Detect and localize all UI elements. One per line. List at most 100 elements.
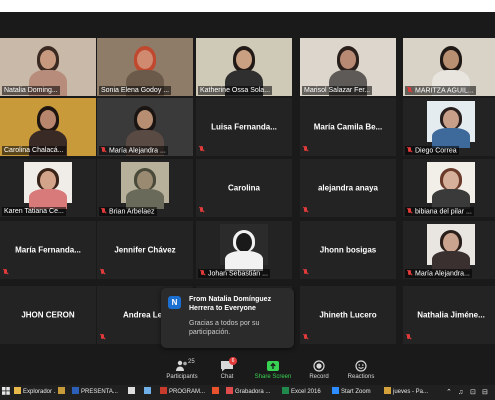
taskbar-app-button[interactable] (128, 387, 142, 398)
chat-unread-badge: 6 (229, 357, 237, 365)
taskbar-app-button[interactable] (58, 387, 70, 398)
participant-tile[interactable]: Carolina Chalacá... (0, 98, 96, 156)
taskbar-app-button[interactable]: jueves - Pa... (384, 387, 442, 398)
participant-name-label: Sonia Elena Godoy ... (99, 86, 172, 95)
participant-tile[interactable]: Carolina (196, 159, 292, 217)
chat-button[interactable]: 6 Chat (202, 357, 252, 384)
reactions-button[interactable]: Reactions (336, 359, 386, 384)
participant-tile[interactable]: María Camila Be... (300, 98, 396, 156)
participant-tile[interactable]: Jhonn bosigas (300, 221, 396, 279)
muted-mic-icon (303, 334, 309, 341)
start-menu-button[interactable] (2, 387, 11, 398)
muted-mic-icon (303, 269, 309, 276)
participant-tile[interactable]: Nathalia Jiméne... (403, 286, 495, 344)
participant-name: Carolina Chalacá... (4, 147, 64, 154)
taskbar-app-label: PROGRAM... (169, 389, 206, 395)
participant-tile[interactable]: Luisa Fernanda... (196, 98, 292, 156)
chat-notification[interactable]: N From Natalia Domínguez Herrera to Ever… (161, 288, 294, 348)
participant-name-label: Johan Sebastián ... (198, 268, 270, 278)
muted-mic-icon (303, 207, 309, 214)
system-tray-icon[interactable]: ⌃ (446, 387, 452, 398)
participant-name-label: MARITZA AGUIL... (405, 85, 476, 95)
muted-mic-icon (100, 334, 106, 341)
taskbar-app-button[interactable]: Excel 2016 (282, 387, 330, 398)
participant-tile[interactable]: Sonia Elena Godoy ... (97, 38, 193, 96)
person-head (443, 50, 459, 69)
participant-name-label: María Alejandra... (405, 268, 472, 278)
meeting-controls-bar: 25 Participants 6 Chat Share Screen Reco… (0, 357, 495, 385)
app-icon (332, 387, 339, 394)
participant-tile[interactable]: alejandra anaya (300, 159, 396, 217)
participants-icon: 25 (175, 359, 195, 371)
participant-tile[interactable]: María Alejandra... (403, 221, 495, 279)
participant-name: Jhonn bosigas (319, 245, 377, 255)
taskbar-app-button[interactable]: Explorador ... (14, 387, 56, 398)
participant-tile[interactable]: María Fernanda... (0, 221, 96, 279)
sender-avatar: N (168, 296, 181, 309)
windows-taskbar: Explorador ... PRESENTA... PROGRAM... Graba… (0, 385, 495, 400)
taskbar-app-label: Excel 2016 (291, 389, 321, 395)
share-screen-button[interactable]: Share Screen (248, 359, 298, 384)
participants-count: 25 (188, 359, 195, 365)
video-frame (220, 224, 268, 271)
app-icon (384, 387, 391, 394)
participant-name-label: bibiana del pilar ... (405, 206, 474, 216)
person-head (443, 233, 459, 252)
participant-name: María Alejandra ... (109, 147, 166, 154)
participant-name-label: Brian Arbelaez (99, 206, 157, 216)
taskbar-app-button[interactable] (144, 387, 158, 398)
participant-name-label: Natalia Doming... (2, 86, 60, 95)
muted-mic-icon (407, 146, 413, 154)
system-tray-icon[interactable]: ⊡ (470, 387, 476, 398)
app-icon (212, 387, 219, 394)
participant-name-label: Diego Correa (405, 145, 459, 155)
app-icon (144, 387, 151, 394)
participant-name-label: Karen Tatiana Ce... (2, 207, 66, 216)
reactions-label: Reactions (347, 374, 375, 380)
taskbar-app-button[interactable]: PROGRAM... (160, 387, 210, 398)
participant-tile[interactable]: Karen Tatiana Ce... (0, 159, 96, 217)
chat-notification-title: From Natalia Domínguez Herrera to Everyo… (189, 296, 272, 312)
video-frame (121, 162, 169, 209)
participant-tile[interactable]: Katherine Ossa Sola... (196, 38, 292, 96)
participant-tile[interactable]: Diego Correa (403, 98, 495, 156)
taskbar-app-label: Start Zoom (341, 389, 371, 395)
taskbar-app-button[interactable] (212, 387, 224, 398)
video-frame (427, 224, 475, 271)
participant-name: MARITZA AGUIL... (415, 87, 474, 94)
participants-button[interactable]: 25 Participants (157, 359, 207, 384)
participant-tile[interactable]: MARITZA AGUIL... (403, 38, 495, 96)
participant-tile[interactable]: Brian Arbelaez (97, 159, 193, 217)
participant-tile[interactable]: Natalia Doming... (0, 38, 96, 96)
person-torso (29, 189, 67, 209)
participant-tile[interactable]: Jennifer Chávez (97, 221, 193, 279)
taskbar-app-button[interactable]: Start Zoom (332, 387, 382, 398)
taskbar-app-label: Explorador ... (23, 389, 56, 395)
muted-mic-icon (303, 146, 309, 153)
participant-tile[interactable]: Johan Sebastián ... (196, 221, 292, 279)
system-tray-icon[interactable]: ⊟ (482, 387, 488, 398)
muted-mic-icon (406, 334, 412, 341)
participant-name-label: Marisol Salazar Fer... (302, 86, 373, 95)
participant-tile[interactable]: María Alejandra ... (97, 98, 193, 156)
participant-tile[interactable]: Marisol Salazar Fer... (300, 38, 396, 96)
participant-name: Carolina (227, 183, 260, 193)
taskbar-app-button[interactable]: PRESENTA... (72, 387, 126, 398)
muted-mic-icon (101, 207, 107, 215)
muted-mic-icon (199, 207, 205, 214)
participant-tile[interactable]: JHON CERON (0, 286, 96, 344)
taskbar-app-button[interactable]: Grabadora ... (226, 387, 280, 398)
participant-name-label: Carolina Chalacá... (2, 146, 66, 155)
participant-name-label: María Alejandra ... (99, 145, 168, 155)
taskbar-app-label: PRESENTA... (81, 389, 118, 395)
app-icon (160, 387, 167, 394)
person-head (236, 233, 252, 252)
participant-name: Nathalia Jiméne... (417, 310, 485, 320)
participant-tile[interactable]: bibiana del pilar ... (403, 159, 495, 217)
reactions-icon (354, 359, 368, 372)
participant-name: JHON CERON (21, 310, 75, 320)
windows-start-icon (2, 387, 10, 395)
system-tray-icon[interactable]: ♫ (458, 387, 463, 398)
participant-tile[interactable]: Jhineth Lucero (300, 286, 396, 344)
app-icon (14, 387, 21, 394)
